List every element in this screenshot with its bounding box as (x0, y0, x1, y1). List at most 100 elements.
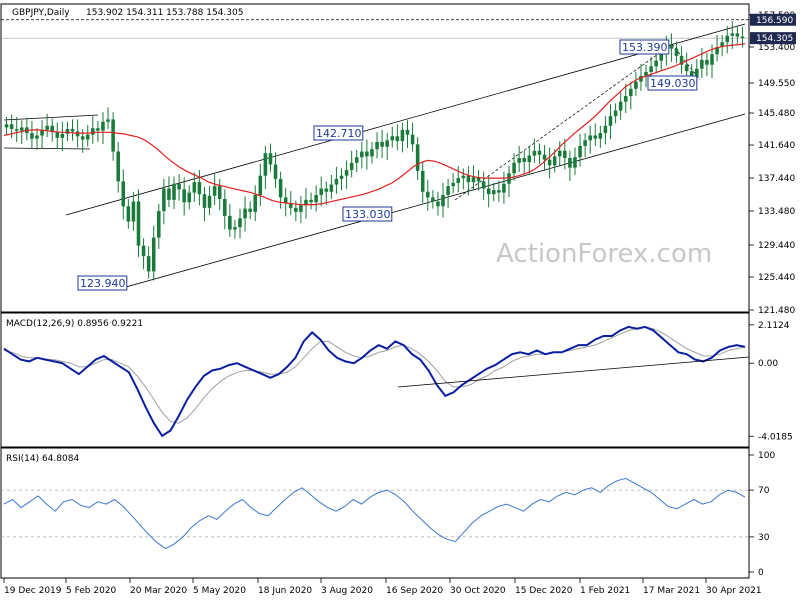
candle-body (491, 190, 496, 195)
candle-body (623, 96, 628, 102)
x-axis-label: 1 Feb 2021 (580, 586, 630, 596)
candle-body (563, 150, 567, 158)
candle-body (248, 208, 252, 212)
candle-body (537, 150, 542, 155)
candle-body (705, 59, 709, 65)
candle-body (329, 184, 334, 192)
macd-axis-label: 2.1124 (758, 321, 790, 331)
candle-body (146, 256, 151, 272)
candle-body (486, 188, 491, 195)
candle-body (182, 189, 186, 203)
candle-body (380, 141, 384, 147)
candle-body (654, 60, 658, 67)
candle-body (456, 178, 461, 183)
candle-body (162, 188, 166, 212)
rsi-title: RSI(14) 64.8084 (6, 454, 79, 464)
candle-body (106, 119, 110, 122)
candle-body (349, 162, 354, 171)
candle-body (243, 208, 247, 219)
candle-body (593, 135, 598, 139)
x-axis-label: 19 Dec 2019 (4, 586, 62, 596)
candle-body (273, 164, 278, 179)
x-axis-label: 30 Oct 2020 (450, 586, 506, 596)
candle-body (568, 158, 572, 168)
candle-body (634, 81, 638, 89)
candle-body (527, 155, 532, 163)
candle-body (436, 201, 440, 207)
x-axis-label: 5 May 2020 (193, 586, 246, 596)
candle-body (669, 45, 674, 49)
candle-body (299, 205, 303, 212)
candle-body (91, 128, 95, 135)
candle-body (420, 170, 425, 192)
price-axis-tag-label: 156.590 (756, 16, 793, 26)
candle-body (446, 186, 450, 195)
candle-body (80, 136, 85, 140)
candle-body (730, 33, 735, 36)
candle-body (116, 151, 120, 182)
candle-body (405, 129, 410, 135)
candle-body (9, 124, 14, 130)
candle-body (60, 133, 65, 138)
price-title: GBPJPY,Daily (12, 8, 70, 18)
candle-body (410, 134, 415, 145)
candle-body (481, 181, 486, 189)
candle-body (339, 175, 344, 179)
candle-body (314, 194, 318, 203)
candle-body (735, 33, 740, 37)
candle-body (228, 215, 232, 230)
candle-body (172, 183, 176, 200)
x-axis-label: 18 Jun 2020 (258, 586, 312, 596)
candle-body (85, 134, 90, 140)
candle-body (131, 201, 136, 222)
candle-body (167, 188, 171, 200)
price-annotation-label: 153.390 (622, 41, 668, 54)
candle-body (19, 127, 24, 131)
rsi-pane (0, 447, 750, 579)
price-axis-tag-label: 154.305 (756, 34, 793, 44)
candle-body (522, 158, 526, 163)
candle-body (65, 129, 70, 134)
candle-body (461, 175, 466, 179)
candle-body (502, 183, 506, 193)
price-annotation-label: 149.030 (650, 77, 696, 90)
candle-body (400, 129, 405, 142)
candle-body (507, 173, 511, 184)
price-axis-label: 137.440 (758, 174, 795, 184)
candle-body (319, 188, 323, 195)
candle-body (426, 191, 430, 198)
candle-body (725, 35, 730, 43)
candle-body (45, 125, 49, 130)
candle-body (578, 145, 582, 158)
candle-body (588, 135, 592, 141)
candle-body (334, 178, 339, 185)
candle-body (466, 175, 471, 183)
candle-body (415, 144, 420, 171)
candle-body (126, 206, 131, 222)
candle-body (207, 195, 212, 208)
candle-body (4, 124, 9, 128)
candle-body (360, 151, 364, 158)
candle-body (324, 188, 329, 192)
candle-body (674, 48, 679, 56)
candle-body (608, 116, 613, 126)
price-axis-label: 149.550 (758, 79, 795, 89)
candle-body (141, 245, 146, 257)
candle-body (157, 211, 161, 238)
candle-body (375, 141, 379, 150)
x-axis-label: 16 Sep 2020 (386, 586, 443, 596)
candle-body (30, 133, 34, 139)
candle-body (223, 199, 227, 216)
candle-body (451, 182, 455, 187)
candle-body (618, 101, 623, 111)
candle-body (557, 150, 562, 157)
candle-body (370, 149, 374, 157)
candle-body (354, 157, 359, 163)
candle-body (75, 131, 80, 137)
candle-body (35, 135, 39, 139)
candle-body (55, 132, 60, 138)
candle-body (390, 136, 395, 141)
macd-axis-label: 0.00 (758, 359, 778, 369)
candle-body (629, 88, 633, 97)
price-annotation-label: 142.710 (316, 127, 362, 140)
